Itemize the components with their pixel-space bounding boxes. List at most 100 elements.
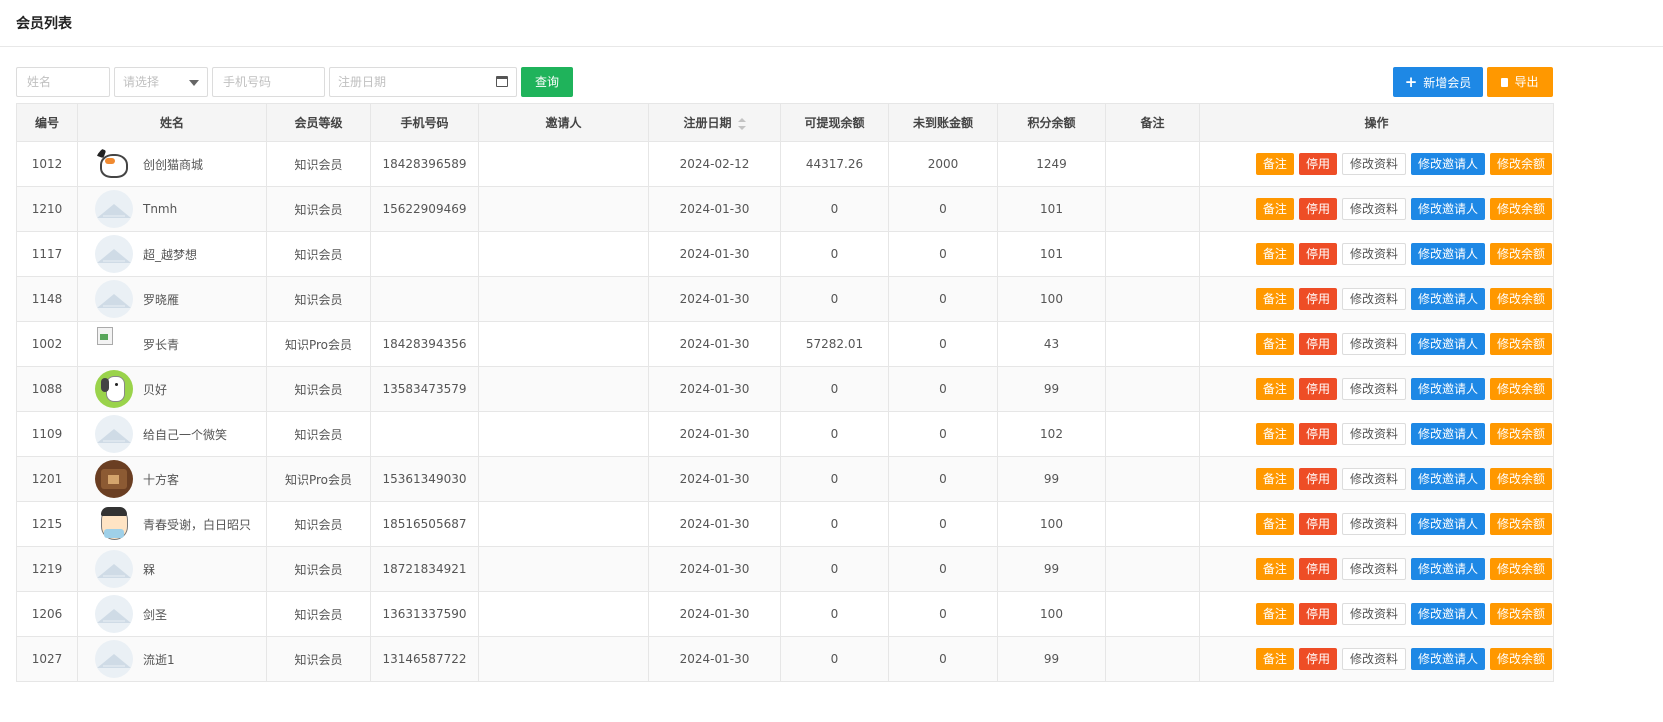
note-button[interactable]: 备注 [1255,468,1294,490]
edit-inviter-button[interactable]: 修改邀请人 [1410,378,1485,400]
header-points: 积分余额 [997,103,1106,142]
edit-inviter-button[interactable]: 修改邀请人 [1410,243,1485,265]
edit-profile-button[interactable]: 修改资料 [1341,243,1406,265]
edit-profile-button[interactable]: 修改资料 [1341,513,1406,535]
note-button[interactable]: 备注 [1255,423,1294,445]
name-input[interactable] [25,68,113,96]
edit-profile-button[interactable]: 修改资料 [1341,423,1406,445]
disable-button[interactable]: 停用 [1298,333,1337,355]
disable-button[interactable]: 停用 [1298,198,1337,220]
edit-balance-button[interactable]: 修改余额 [1489,648,1552,670]
edit-profile-button[interactable]: 修改资料 [1341,603,1406,625]
disable-button[interactable]: 停用 [1298,423,1337,445]
note-button[interactable]: 备注 [1255,153,1294,175]
edit-inviter-button[interactable]: 修改邀请人 [1410,468,1485,490]
cell-name: 槑 [77,546,267,592]
edit-inviter-button[interactable]: 修改邀请人 [1410,423,1485,445]
disable-button[interactable]: 停用 [1298,558,1337,580]
disable-button[interactable]: 停用 [1298,468,1337,490]
note-button[interactable]: 备注 [1255,603,1294,625]
cell-phone: 13146587722 [370,636,479,682]
cell-id: 1109 [16,411,78,457]
edit-balance-button[interactable]: 修改余额 [1489,513,1552,535]
cell-pending: 0 [888,636,998,682]
edit-profile-button[interactable]: 修改资料 [1341,288,1406,310]
note-button[interactable]: 备注 [1255,648,1294,670]
cell-level: 知识Pro会员 [266,456,371,502]
edit-balance-button[interactable]: 修改余额 [1489,558,1552,580]
edit-profile-button[interactable]: 修改资料 [1341,333,1406,355]
note-button[interactable]: 备注 [1255,558,1294,580]
plus-icon: + [1404,73,1418,91]
edit-balance-button[interactable]: 修改余额 [1489,243,1552,265]
cell-register-date: 2024-01-30 [648,456,781,502]
cell-inviter [478,276,649,322]
edit-balance-button[interactable]: 修改余额 [1489,288,1552,310]
cell-actions: 备注 停用 修改资料 修改邀请人 修改余额 [1199,276,1554,322]
cell-id: 1219 [16,546,78,592]
avatar [95,190,133,228]
edit-inviter-button[interactable]: 修改邀请人 [1410,513,1485,535]
disable-button[interactable]: 停用 [1298,648,1337,670]
edit-inviter-button[interactable]: 修改邀请人 [1410,648,1485,670]
edit-balance-button[interactable]: 修改余额 [1489,468,1552,490]
disable-button[interactable]: 停用 [1298,153,1337,175]
add-member-label: 新增会员 [1423,76,1472,90]
edit-inviter-button[interactable]: 修改邀请人 [1410,603,1485,625]
edit-profile-button[interactable]: 修改资料 [1341,468,1406,490]
note-button[interactable]: 备注 [1255,513,1294,535]
edit-balance-button[interactable]: 修改余额 [1489,333,1552,355]
avatar [95,145,133,183]
cell-inviter [478,546,649,592]
note-button[interactable]: 备注 [1255,198,1294,220]
edit-profile-button[interactable]: 修改资料 [1341,153,1406,175]
member-name: 创创猫商城 [143,157,204,172]
table-row: 1109 给自己一个微笑 知识会员 2024-01-30 0 0 102 备注 停用 修改资料 修改… [16,411,1554,457]
disable-button[interactable]: 停用 [1298,243,1337,265]
cell-name: 罗晓雁 [77,276,267,322]
disable-button[interactable]: 停用 [1298,288,1337,310]
edit-balance-button[interactable]: 修改余额 [1489,153,1552,175]
edit-inviter-button[interactable]: 修改邀请人 [1410,333,1485,355]
level-select-placeholder: 请选择 [123,75,160,89]
edit-profile-button[interactable]: 修改资料 [1341,198,1406,220]
sort-icon[interactable] [737,117,746,130]
disable-button[interactable]: 停用 [1298,513,1337,535]
edit-inviter-button[interactable]: 修改邀请人 [1410,153,1485,175]
phone-field[interactable] [212,67,328,97]
cell-pending: 0 [888,501,998,547]
cell-withdrawable: 0 [780,591,889,637]
edit-balance-button[interactable]: 修改余额 [1489,603,1552,625]
edit-inviter-button[interactable]: 修改邀请人 [1410,288,1485,310]
edit-balance-button[interactable]: 修改余额 [1489,378,1552,400]
edit-inviter-button[interactable]: 修改邀请人 [1410,558,1485,580]
header-level: 会员等级 [266,103,371,142]
add-member-button[interactable]: + 新增会员 [1393,67,1483,97]
name-field[interactable] [16,67,113,97]
disable-button[interactable]: 停用 [1298,603,1337,625]
date-field[interactable]: 注册日期 [329,67,517,97]
edit-balance-button[interactable]: 修改余额 [1489,423,1552,445]
edit-profile-button[interactable]: 修改资料 [1341,378,1406,400]
level-select[interactable]: 请选择 [114,67,208,97]
header-register-date[interactable]: 注册日期 [648,103,781,142]
cell-name: 创创猫商城 [77,141,267,187]
cell-inviter [478,456,649,502]
note-button[interactable]: 备注 [1255,288,1294,310]
query-button[interactable]: 查询 [521,67,573,97]
note-button[interactable]: 备注 [1255,378,1294,400]
phone-input[interactable] [221,68,328,96]
cell-name: 给自己一个微笑 [77,411,267,457]
note-button[interactable]: 备注 [1255,333,1294,355]
edit-balance-button[interactable]: 修改余额 [1489,198,1552,220]
cell-points: 99 [997,546,1106,592]
note-button[interactable]: 备注 [1255,243,1294,265]
cell-name: Tnmh [77,186,267,232]
disable-button[interactable]: 停用 [1298,378,1337,400]
edit-profile-button[interactable]: 修改资料 [1341,648,1406,670]
edit-profile-button[interactable]: 修改资料 [1341,558,1406,580]
export-button[interactable]: 导出 [1487,67,1553,97]
table-row: 1201 十方客 知识Pro会员 15361349030 2024-01-30 0 0 99 备… [16,456,1554,502]
cell-inviter [478,636,649,682]
edit-inviter-button[interactable]: 修改邀请人 [1410,198,1485,220]
